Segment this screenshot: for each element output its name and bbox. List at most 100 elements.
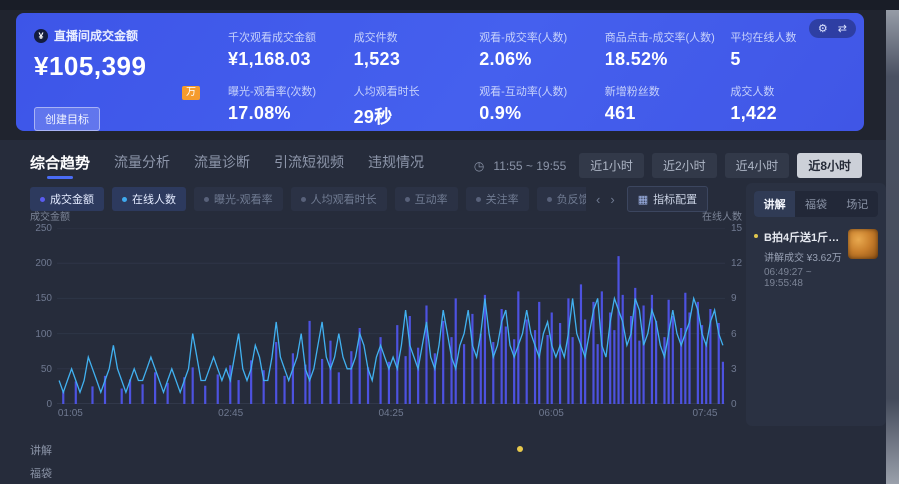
metric-value: 18.52% <box>605 49 723 70</box>
explain-sidebar: 讲解福袋场记 B拍4斤送1斤共35-4... 讲解成交 ¥3.62万 06:49… <box>746 183 886 426</box>
header-metric-column: 千次观看成交金额¥1,168.03 曝光-观看率(次数) 17.08% <box>228 27 346 131</box>
right-tick: 12 <box>731 258 742 269</box>
x-tick: 01:05 <box>58 408 83 419</box>
header-metric: 千次观看成交金额¥1,168.03 <box>228 29 346 70</box>
left-tick: 150 <box>30 293 52 304</box>
kpi-header-card: ¥ 直播间成交金额 ¥105,399 万 创建目标 千次观看成交金额¥1,168… <box>16 13 864 131</box>
primary-metric: ¥ 直播间成交金额 ¥105,399 万 创建目标 <box>34 27 220 131</box>
chevron-left-icon[interactable]: ‹ <box>596 193 600 206</box>
left-tick: 250 <box>30 223 52 234</box>
event-lane-讲解: 讲解 <box>30 438 742 461</box>
metric-value: 29秒 <box>354 103 472 129</box>
time-option[interactable]: 近8小时 <box>797 153 862 178</box>
tab-违规情况[interactable]: 违规情况 <box>368 152 424 179</box>
event-lanes: 讲解福袋 <box>30 438 742 484</box>
item-status-dot <box>754 234 758 238</box>
metric-value: 2.06% <box>479 49 597 70</box>
gear-icon[interactable]: ⚙ <box>818 22 828 35</box>
top-strip <box>0 0 899 10</box>
card-toolbar: ⚙ ⇄ <box>809 19 856 38</box>
grid-icon: ▦ <box>638 193 648 206</box>
header-metric-column: 成交件数 1,523 人均观看时长 29秒 <box>354 27 472 131</box>
metric-label: 观看-互动率(人数) <box>479 83 597 99</box>
metric-label: 成交人数 <box>730 83 848 99</box>
scroll-strip[interactable] <box>886 10 899 484</box>
header-metric: 新增粉丝数 461 <box>605 83 723 124</box>
header-metric: 商品点击-成交率(人数) 18.52% <box>605 29 723 70</box>
lane-label: 讲解 <box>30 442 57 458</box>
event-lane-福袋: 福袋 <box>30 461 742 484</box>
explain-item[interactable]: B拍4斤送1斤共35-4... 讲解成交 ¥3.62万 06:49:27 ~ 1… <box>754 229 878 289</box>
metric-value: 1,422 <box>730 103 848 124</box>
right-tick: 6 <box>731 329 737 340</box>
metric-value: ¥1,168.03 <box>228 49 346 70</box>
x-tick: 04:25 <box>378 408 403 419</box>
sidebar-tab-福袋[interactable]: 福袋 <box>795 191 836 217</box>
item-deal-amount: 讲解成交 ¥3.62万 <box>764 249 842 264</box>
left-tick: 50 <box>30 364 52 375</box>
metric-label: 新增粉丝数 <box>605 83 723 99</box>
metric-label: 人均观看时长 <box>354 83 472 99</box>
right-tick: 0 <box>731 399 737 410</box>
header-metric-column: 商品点击-成交率(人数) 18.52% 新增粉丝数 461 <box>605 27 723 131</box>
x-tick: 07:45 <box>692 408 717 419</box>
header-metric-column: 观看-成交率(人数) 2.06% 观看-互动率(人数)0.9% <box>479 27 597 131</box>
create-goal-button[interactable]: 创建目标 <box>34 107 100 131</box>
product-thumbnail <box>848 229 878 259</box>
sidebar-tabs: 讲解福袋场记 <box>754 191 878 217</box>
chip-dot <box>301 197 306 202</box>
metric-value: 5 <box>730 49 848 70</box>
header-metric: 成交件数 1,523 <box>354 29 472 70</box>
sidebar-tab-场记[interactable]: 场记 <box>837 191 878 217</box>
tab-引流短视频[interactable]: 引流短视频 <box>274 152 344 179</box>
item-title: B拍4斤送1斤共35-4... <box>764 229 842 245</box>
header-metric: 观看-互动率(人数)0.9% <box>479 83 597 124</box>
header-metric: 成交人数 1,422 <box>730 83 848 124</box>
tab-综合趋势[interactable]: 综合趋势 <box>30 152 90 179</box>
header-metric-column: 平均在线人数5成交人数1,422 <box>730 27 848 131</box>
time-option[interactable]: 近2小时 <box>652 153 717 178</box>
trend-chart: 成交金额 在线人数 2502001501005001512963001:0502… <box>30 208 742 426</box>
chevron-right-icon[interactable]: › <box>610 193 614 206</box>
metric-label: 商品点击-成交率(人数) <box>605 29 723 45</box>
primary-metric-value: ¥105,399 <box>34 51 220 82</box>
x-tick: 02:45 <box>218 408 243 419</box>
time-option[interactable]: 近4小时 <box>725 153 790 178</box>
time-option[interactable]: 近1小时 <box>579 153 644 178</box>
time-buttons: 近1小时近2小时近4小时近8小时 <box>579 153 862 178</box>
chip-dot <box>476 197 481 202</box>
time-filter: ◷ 11:55 ~ 19:55 近1小时近2小时近4小时近8小时 <box>474 153 862 178</box>
tab-流量分析[interactable]: 流量分析 <box>114 152 170 179</box>
chip-dot <box>122 197 127 202</box>
metric-value: 17.08% <box>228 103 346 124</box>
header-metric: 人均观看时长 29秒 <box>354 83 472 129</box>
metric-label: 成交件数 <box>354 29 472 45</box>
header-metric: 曝光-观看率(次数) 17.08% <box>228 83 346 124</box>
chip-dot <box>40 197 45 202</box>
right-tick: 15 <box>731 223 742 234</box>
metric-label: 观看-成交率(人数) <box>479 29 597 45</box>
event-marker[interactable] <box>517 446 523 452</box>
primary-metric-label: 直播间成交金额 <box>54 27 138 44</box>
x-tick: 06:05 <box>539 408 564 419</box>
right-tick: 9 <box>731 293 737 304</box>
tab-流量诊断[interactable]: 流量诊断 <box>194 152 250 179</box>
chip-dot <box>204 197 209 202</box>
left-tick: 200 <box>30 258 52 269</box>
unit-badge: 万 <box>182 86 200 100</box>
metric-value: 461 <box>605 103 723 124</box>
left-tick: 0 <box>30 399 52 410</box>
metric-label: 曝光-观看率(次数) <box>228 83 346 99</box>
swap-icon[interactable]: ⇄ <box>838 22 847 35</box>
sidebar-tab-讲解[interactable]: 讲解 <box>754 191 795 217</box>
chip-dot <box>405 197 410 202</box>
metric-value: 1,523 <box>354 49 472 70</box>
right-tick: 3 <box>731 364 737 375</box>
main-tabs: 综合趋势流量分析流量诊断引流短视频违规情况 <box>30 152 424 179</box>
right-axis-title: 在线人数 <box>702 208 742 223</box>
left-axis-title: 成交金额 <box>30 208 70 223</box>
chart-plot-area[interactable] <box>57 228 725 404</box>
time-range: 11:55 ~ 19:55 <box>493 159 566 173</box>
coin-icon: ¥ <box>34 29 48 43</box>
clock-icon: ◷ <box>474 159 484 173</box>
